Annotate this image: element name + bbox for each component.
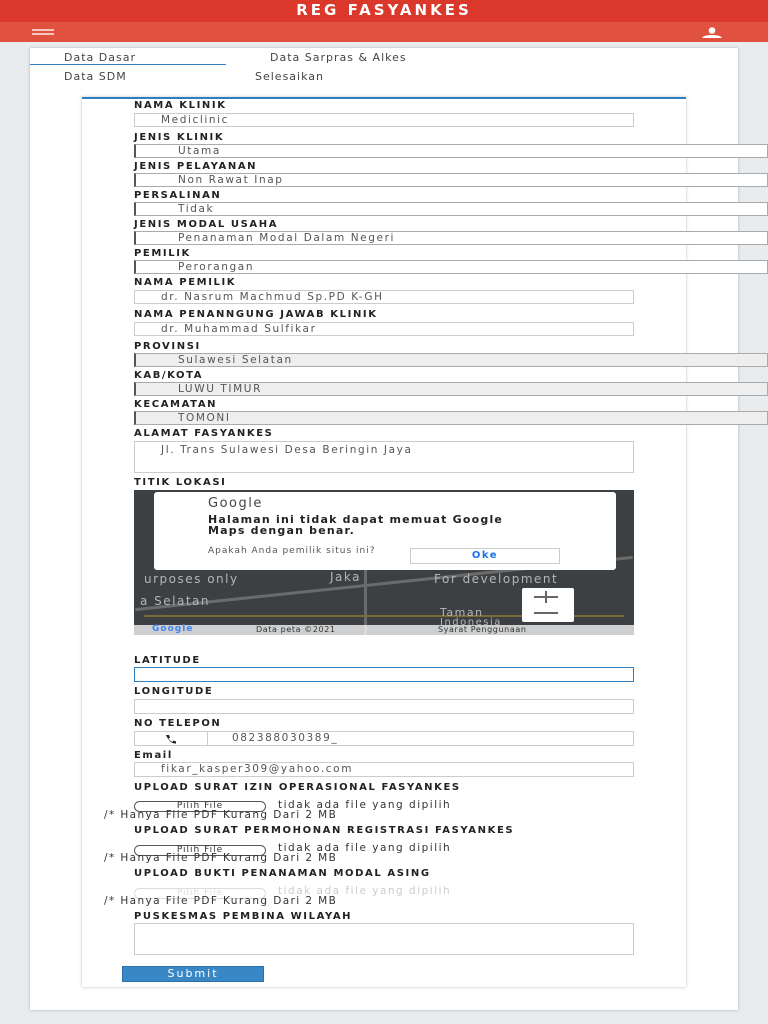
map-watermark: For development bbox=[434, 572, 559, 586]
persalinan-label: PERSALINAN bbox=[134, 190, 222, 201]
nama-klinik-input[interactable]: Mediclinic bbox=[134, 113, 634, 127]
dialog-question: Apakah Anda pemilik situs ini? bbox=[208, 546, 376, 556]
telepon-label: NO TELEPON bbox=[134, 718, 222, 729]
location-map[interactable]: urposes only Jaka For development a Sela… bbox=[134, 490, 634, 635]
kabkota-label: KAB/KOTA bbox=[134, 370, 204, 381]
upload-izin-label: UPLOAD SURAT IZIN OPERASIONAL FASYANKES bbox=[134, 782, 461, 793]
upload-permohonan-label: UPLOAD SURAT PERMOHONAN REGISTRASI FASYA… bbox=[134, 825, 515, 836]
dialog-ok-button[interactable]: Oke bbox=[410, 548, 560, 564]
map-footer: Google Data peta ©2021 Syarat Penggunaan bbox=[134, 624, 634, 635]
jenis-klinik-label: JENIS KLINIK bbox=[134, 132, 225, 143]
kecamatan-label: KECAMATAN bbox=[134, 399, 218, 410]
provinsi-label: PROVINSI bbox=[134, 341, 201, 352]
puskesmas-input[interactable] bbox=[134, 923, 634, 955]
submit-button[interactable]: Submit bbox=[122, 966, 264, 982]
provinsi-select[interactable]: Sulawesi Selatan bbox=[134, 353, 768, 367]
nama-pemilik-label: NAMA PEMILIK bbox=[134, 277, 237, 288]
nama-pemilik-input[interactable]: dr. Nasrum Machmud Sp.PD K-GH bbox=[134, 290, 634, 304]
zoom-in-icon[interactable] bbox=[545, 591, 547, 603]
kabkota-select[interactable]: LUWU TIMUR bbox=[134, 382, 768, 396]
dialog-brand: Google bbox=[208, 496, 263, 511]
pemilik-label: PEMILIK bbox=[134, 248, 191, 259]
jenis-modal-label: JENIS MODAL USAHA bbox=[134, 219, 279, 230]
map-watermark: urposes only bbox=[144, 572, 239, 586]
phone-icon bbox=[166, 735, 176, 744]
zoom-out-icon[interactable] bbox=[534, 612, 558, 614]
puskesmas-label: PUSKESMAS PEMBINA WILAYAH bbox=[134, 911, 353, 922]
tab-data-sdm[interactable]: Data SDM bbox=[64, 70, 127, 83]
upload-modal-asing-hint: /* Hanya File PDF Kurang Dari 2 MB bbox=[104, 895, 338, 907]
latitude-label: LATITUDE bbox=[134, 655, 201, 666]
email-label: Email bbox=[134, 750, 173, 761]
nama-klinik-label: NAMA KLINIK bbox=[134, 100, 227, 111]
penanggung-jawab-label: NAMA PENANNGUNG JAWAB KLINIK bbox=[134, 309, 378, 320]
upload-permohonan-hint: /* Hanya File PDF Kurang Dari 2 MB bbox=[104, 852, 338, 864]
titik-lokasi-label: TITIK LOKASI bbox=[134, 477, 227, 488]
alamat-textarea[interactable]: Jl. Trans Sulawesi Desa Beringin Jaya bbox=[134, 441, 634, 473]
hamburger-menu-icon[interactable] bbox=[32, 29, 54, 35]
persalinan-select[interactable]: Tidak bbox=[134, 202, 768, 216]
tab-selesaikan[interactable]: Selesaikan bbox=[255, 70, 324, 83]
map-error-dialog: Google Halaman ini tidak dapat memuat Go… bbox=[154, 492, 616, 570]
map-place-label: a Selatan bbox=[140, 594, 211, 608]
pemilik-select[interactable]: Perorangan bbox=[134, 260, 768, 274]
jenis-modal-select[interactable]: Penanaman Modal Dalam Negeri bbox=[134, 231, 768, 245]
jenis-pelayanan-label: JENIS PELAYANAN bbox=[134, 161, 258, 172]
upload-modal-asing-label: UPLOAD BUKTI PENANAMAN MODAL ASING bbox=[134, 868, 431, 879]
dialog-message: Halaman ini tidak dapat memuat Google Ma… bbox=[208, 513, 504, 537]
email-input[interactable]: fikar_kasper309@yahoo.com bbox=[134, 762, 634, 777]
penanggung-jawab-input[interactable]: dr. Muhammad Sulfikar bbox=[134, 322, 634, 336]
longitude-input[interactable] bbox=[134, 699, 634, 714]
alamat-label: ALAMAT FASYANKES bbox=[134, 428, 274, 439]
map-place-label: Jaka bbox=[330, 570, 361, 584]
map-data-credit: Data peta ©2021 bbox=[256, 625, 336, 634]
kecamatan-select[interactable]: TOMONI bbox=[134, 411, 768, 425]
user-icon[interactable] bbox=[700, 27, 724, 38]
tab-data-dasar[interactable]: Data Dasar bbox=[30, 51, 226, 65]
nav-bar bbox=[0, 22, 768, 42]
map-terms-link[interactable]: Syarat Penggunaan bbox=[438, 625, 527, 635]
app-header: REG FASYANKES bbox=[0, 0, 768, 22]
telepon-input[interactable]: 082388030389_ bbox=[208, 731, 634, 746]
google-logo: Google bbox=[152, 624, 194, 634]
latitude-input[interactable] bbox=[134, 667, 634, 682]
phone-addon bbox=[134, 731, 208, 746]
jenis-pelayanan-select[interactable]: Non Rawat Inap bbox=[134, 173, 768, 187]
longitude-label: LONGITUDE bbox=[134, 686, 214, 697]
map-zoom-control[interactable] bbox=[522, 588, 574, 622]
jenis-klinik-select[interactable]: Utama bbox=[134, 144, 768, 158]
upload-izin-hint: /* Hanya File PDF Kurang Dari 2 MB bbox=[104, 809, 338, 821]
app-title: REG FASYANKES bbox=[296, 1, 472, 19]
tab-data-sarpras[interactable]: Data Sarpras & Alkes bbox=[270, 51, 407, 64]
